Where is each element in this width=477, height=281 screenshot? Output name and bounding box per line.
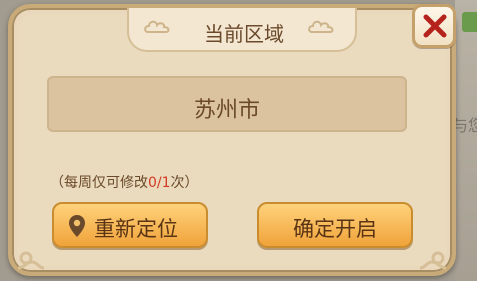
confirm-button[interactable]: 确定开启 <box>257 202 413 248</box>
location-city: 苏州市 <box>193 98 260 123</box>
relocate-button[interactable]: 重新定位 <box>52 202 208 248</box>
limit-count: 0/1 <box>148 175 171 191</box>
limit-note-suffix: 次） <box>170 175 199 191</box>
background-green-tab <box>462 12 477 32</box>
pin-icon <box>69 215 85 237</box>
corner-ornament-left-icon <box>16 248 58 272</box>
relocate-button-label: 重新定位 <box>94 217 178 241</box>
limit-note-prefix: （每周仅可修改 <box>50 175 148 191</box>
corner-ornament-right-icon <box>406 248 448 272</box>
change-limit-note: （每周仅可修改0/1次） <box>50 172 199 192</box>
location-display: 苏州市 <box>47 76 407 132</box>
background-side-panel <box>455 0 477 281</box>
cloud-ornament-left-icon <box>144 18 172 36</box>
region-dialog: 当前区域 苏州市 （每周仅可修改0/1次） 重新定位 确定开启 <box>8 4 456 276</box>
cloud-ornament-right-icon <box>308 18 336 36</box>
close-icon <box>423 14 447 38</box>
close-button[interactable] <box>412 4 456 48</box>
confirm-button-label: 确定开启 <box>293 217 377 241</box>
